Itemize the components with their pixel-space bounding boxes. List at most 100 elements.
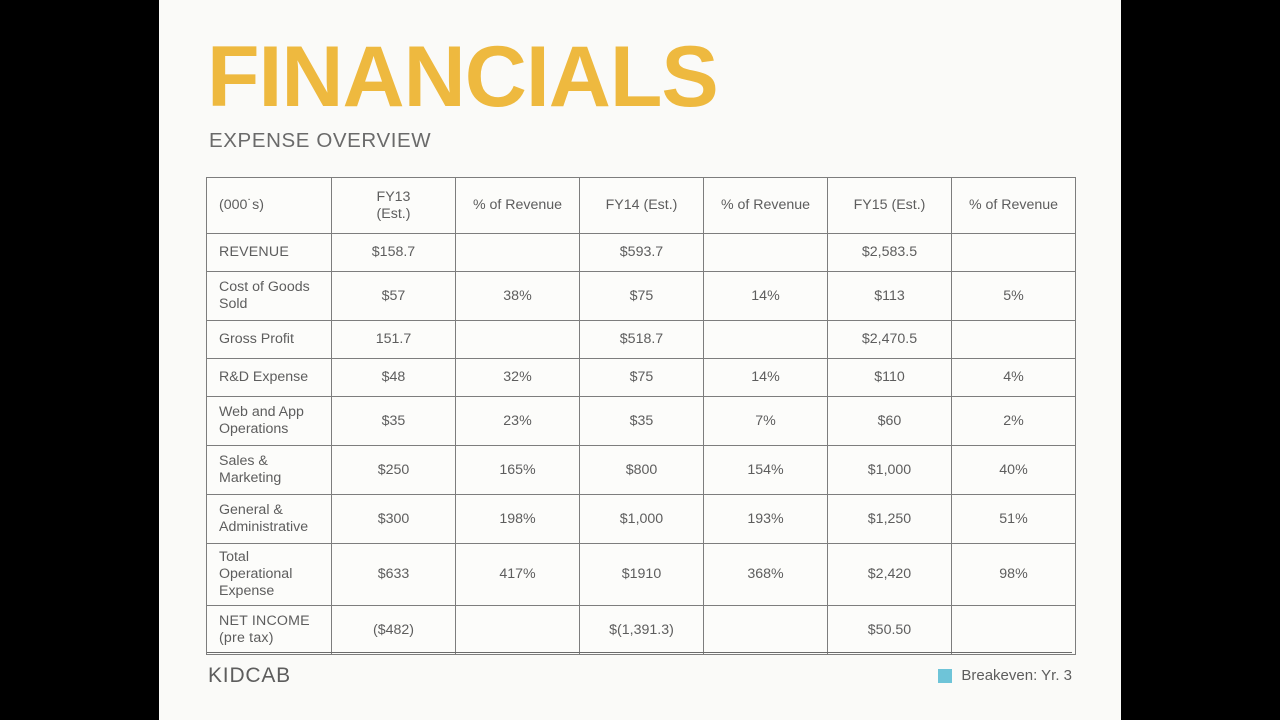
row-label-line: Cost of Goods (219, 279, 310, 295)
cell-fy14-pct: 7% (703, 396, 828, 446)
row-label-line: REVENUE (219, 244, 289, 260)
cell-fy15-value: $60 (827, 396, 952, 446)
table-row: REVENUE $158.7 $593.7 $2,583.5 (206, 233, 1076, 272)
table-row: R&D Expense $48 32% $75 14% $110 4% (206, 358, 1076, 397)
cell-fy14-pct: 368% (703, 543, 828, 606)
table-body: REVENUE $158.7 $593.7 $2,583.5 Cost of Goods… (206, 233, 1076, 655)
table-header: (000˙s) FY13 (Est.) % of Revenue FY14 (E… (206, 177, 1076, 234)
cell-fy13-value: $158.7 (331, 233, 456, 272)
cell-fy14-value: $518.7 (579, 320, 704, 359)
footer-legend: Breakeven: Yr. 3 (938, 667, 1072, 684)
cell-fy14-value: $75 (579, 358, 704, 397)
cell-fy14-value: $1910 (579, 543, 704, 606)
row-label: Gross Profit (206, 320, 332, 359)
column-header-fy13: FY13 (Est.) (331, 177, 456, 234)
cell-fy15-value: $50.50 (827, 605, 952, 655)
cell-fy14-value: $75 (579, 271, 704, 321)
cell-fy15-value: $113 (827, 271, 952, 321)
cell-fy13-value: $300 (331, 494, 456, 544)
cell-fy14-value: $800 (579, 445, 704, 495)
cell-fy13-pct: 198% (455, 494, 580, 544)
cell-fy13-value: $35 (331, 396, 456, 446)
cell-fy15-pct: 51% (951, 494, 1076, 544)
cell-fy13-pct (455, 320, 580, 359)
breakeven-swatch-icon (938, 668, 953, 683)
financials-table: (000˙s) FY13 (Est.) % of Revenue FY14 (E… (206, 177, 1076, 655)
slide-canvas: FINANCIALS EXPENSE OVERVIEW (000˙s) FY13… (159, 0, 1121, 720)
cell-fy14-pct: 193% (703, 494, 828, 544)
table-header-row: (000˙s) FY13 (Est.) % of Revenue FY14 (E… (206, 177, 1076, 234)
cell-fy13-value: ($482) (331, 605, 456, 655)
cell-fy15-pct: 5% (951, 271, 1076, 321)
cell-fy13-pct: 32% (455, 358, 580, 397)
row-label-line: Administrative (219, 519, 309, 535)
cell-fy15-pct: 40% (951, 445, 1076, 495)
row-label-line: Operational (219, 566, 293, 582)
cell-fy14-value: $1,000 (579, 494, 704, 544)
cell-fy15-pct: 98% (951, 543, 1076, 606)
table-row: Sales & Marketing $250 165% $800 154% $1,000 40… (206, 445, 1076, 495)
cell-fy13-value: $48 (331, 358, 456, 397)
column-header-fy13-line2: (Est.) (376, 205, 411, 222)
column-header-fy13-line1: FY13 (376, 188, 411, 205)
cell-fy15-value: $1,250 (827, 494, 952, 544)
cell-fy15-value: $110 (827, 358, 952, 397)
cell-fy13-pct: 23% (455, 396, 580, 446)
table-row: Gross Profit 151.7 $518.7 $2,470.5 (206, 320, 1076, 359)
letterbox-right (1121, 0, 1280, 720)
cell-fy15-pct (951, 605, 1076, 655)
row-label-line: Operations (219, 421, 289, 437)
cell-fy13-value: $633 (331, 543, 456, 606)
page-subtitle: EXPENSE OVERVIEW (209, 129, 432, 152)
row-label: Sales & Marketing (206, 445, 332, 495)
footer-legend-label: Breakeven: Yr. 3 (961, 667, 1072, 684)
cell-fy15-value: $2,470.5 (827, 320, 952, 359)
column-header-fy15: FY15 (Est.) (827, 177, 952, 234)
row-label: General & Administrative (206, 494, 332, 544)
cell-fy14-pct (703, 605, 828, 655)
column-header-pct-revenue-fy15: % of Revenue (951, 177, 1076, 234)
footer-brand: KIDCAB (208, 664, 291, 687)
row-label: Web and App Operations (206, 396, 332, 446)
row-label-line: Web and App (219, 404, 304, 420)
cell-fy14-value: $593.7 (579, 233, 704, 272)
row-label-line: (pre tax) (219, 630, 274, 646)
cell-fy15-value: $1,000 (827, 445, 952, 495)
cell-fy15-pct: 4% (951, 358, 1076, 397)
cell-fy14-value: $35 (579, 396, 704, 446)
column-header-pct-revenue-fy13: % of Revenue (455, 177, 580, 234)
cell-fy13-pct: 165% (455, 445, 580, 495)
row-label: Total Operational Expense (206, 543, 332, 606)
cell-fy13-pct (455, 605, 580, 655)
cell-fy14-pct: 14% (703, 358, 828, 397)
cell-fy14-pct: 14% (703, 271, 828, 321)
column-header-pct-revenue-fy14: % of Revenue (703, 177, 828, 234)
table-row: Total Operational Expense $633 417% $1910 368%… (206, 543, 1076, 606)
row-label-line: Sales & (219, 453, 268, 469)
cell-fy15-value: $2,420 (827, 543, 952, 606)
table-row: General & Administrative $300 198% $1,000 193… (206, 494, 1076, 544)
row-label: R&D Expense (206, 358, 332, 397)
cell-fy13-pct: 38% (455, 271, 580, 321)
row-label-line: Expense (219, 583, 275, 599)
cell-fy15-pct (951, 233, 1076, 272)
cell-fy13-pct (455, 233, 580, 272)
cell-fy14-pct (703, 320, 828, 359)
slide-stage: FINANCIALS EXPENSE OVERVIEW (000˙s) FY13… (0, 0, 1280, 720)
row-label: Cost of Goods Sold (206, 271, 332, 321)
footer-divider (207, 652, 1072, 653)
row-label: NET INCOME (pre tax) (206, 605, 332, 655)
table-row: NET INCOME (pre tax) ($482) $(1,391.3) $50.5… (206, 605, 1076, 655)
table-row: Cost of Goods Sold $57 38% $75 14% $113 5% (206, 271, 1076, 321)
column-header-fy14: FY14 (Est.) (579, 177, 704, 234)
page-title: FINANCIALS (207, 29, 719, 125)
column-header-units-text: (000˙s) (219, 197, 264, 213)
cell-fy13-value: $250 (331, 445, 456, 495)
cell-fy15-pct: 2% (951, 396, 1076, 446)
column-header-units: (000˙s) (206, 177, 332, 234)
row-label-line: Marketing (219, 470, 282, 486)
cell-fy13-value: 151.7 (331, 320, 456, 359)
row-label-line: Sold (219, 296, 248, 312)
cell-fy15-pct (951, 320, 1076, 359)
letterbox-left (0, 0, 159, 720)
